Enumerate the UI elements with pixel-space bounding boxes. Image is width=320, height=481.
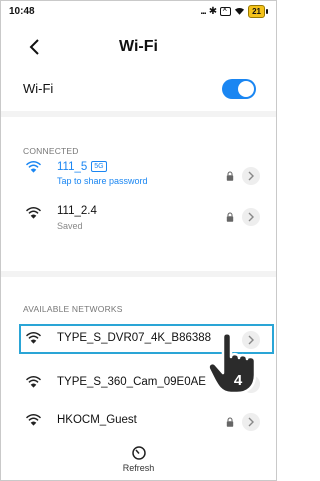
step-number: 4 [234, 372, 243, 389]
wifi-icon [26, 207, 41, 219]
refresh-icon [131, 446, 146, 460]
refresh-button[interactable]: Refresh [1, 445, 276, 473]
available-heading: AVAILABLE NETWORKS [23, 304, 123, 314]
battery-icon: 21 [248, 5, 268, 18]
wifi-toggle-label: Wi-Fi [23, 81, 54, 96]
network-status: Saved [57, 221, 83, 231]
wifi-status-icon [235, 7, 245, 15]
sim-icon [220, 4, 232, 16]
chevron-right-icon [248, 417, 254, 427]
network-name: 111_2.4 [57, 205, 97, 217]
wifi-icon [26, 414, 41, 426]
network-details-button[interactable] [242, 167, 260, 185]
network-details-button[interactable] [242, 208, 260, 226]
lock-icon [226, 171, 234, 181]
network-row-111-5[interactable]: 111_5 5G Tap to share password [1, 147, 276, 191]
tap-hand-icon: 4 [207, 332, 257, 395]
band-badge: 5G [91, 161, 107, 172]
wifi-toggle-row[interactable]: Wi-Fi [1, 73, 276, 105]
section-divider [1, 271, 276, 277]
battery-level: 21 [248, 5, 265, 18]
status-icons: ... ✱ 21 [200, 4, 268, 18]
status-bar: 10:48 ... ✱ 21 [1, 1, 276, 23]
wifi-icon [26, 376, 41, 388]
network-details-button[interactable] [242, 413, 260, 431]
wifi-settings-screen: 10:48 ... ✱ 21 Wi-Fi Wi-Fi CONNECTED [0, 0, 277, 481]
network-name: 111_5 5G [57, 161, 107, 173]
chevron-right-icon [248, 212, 254, 222]
status-time: 10:48 [9, 6, 35, 17]
network-row-111-2-4[interactable]: 111_2.4 Saved [1, 193, 276, 237]
chevron-right-icon [248, 171, 254, 181]
section-divider [1, 111, 276, 117]
network-name: TYPE_S_360_Cam_09E0AE [57, 376, 206, 388]
refresh-label: Refresh [122, 463, 155, 473]
network-name: HKOCM_Guest [57, 414, 137, 426]
page-title: Wi-Fi [119, 38, 158, 55]
lock-icon [226, 212, 234, 222]
bluetooth-icon: ✱ [208, 6, 218, 17]
wifi-toggle-switch[interactable] [222, 79, 256, 99]
lock-icon [226, 417, 234, 427]
network-status[interactable]: Tap to share password [57, 176, 148, 186]
notification-dots-icon: ... [200, 6, 206, 17]
network-row-hkocm-guest[interactable]: HKOCM_Guest [1, 400, 276, 444]
wifi-icon [26, 161, 41, 173]
